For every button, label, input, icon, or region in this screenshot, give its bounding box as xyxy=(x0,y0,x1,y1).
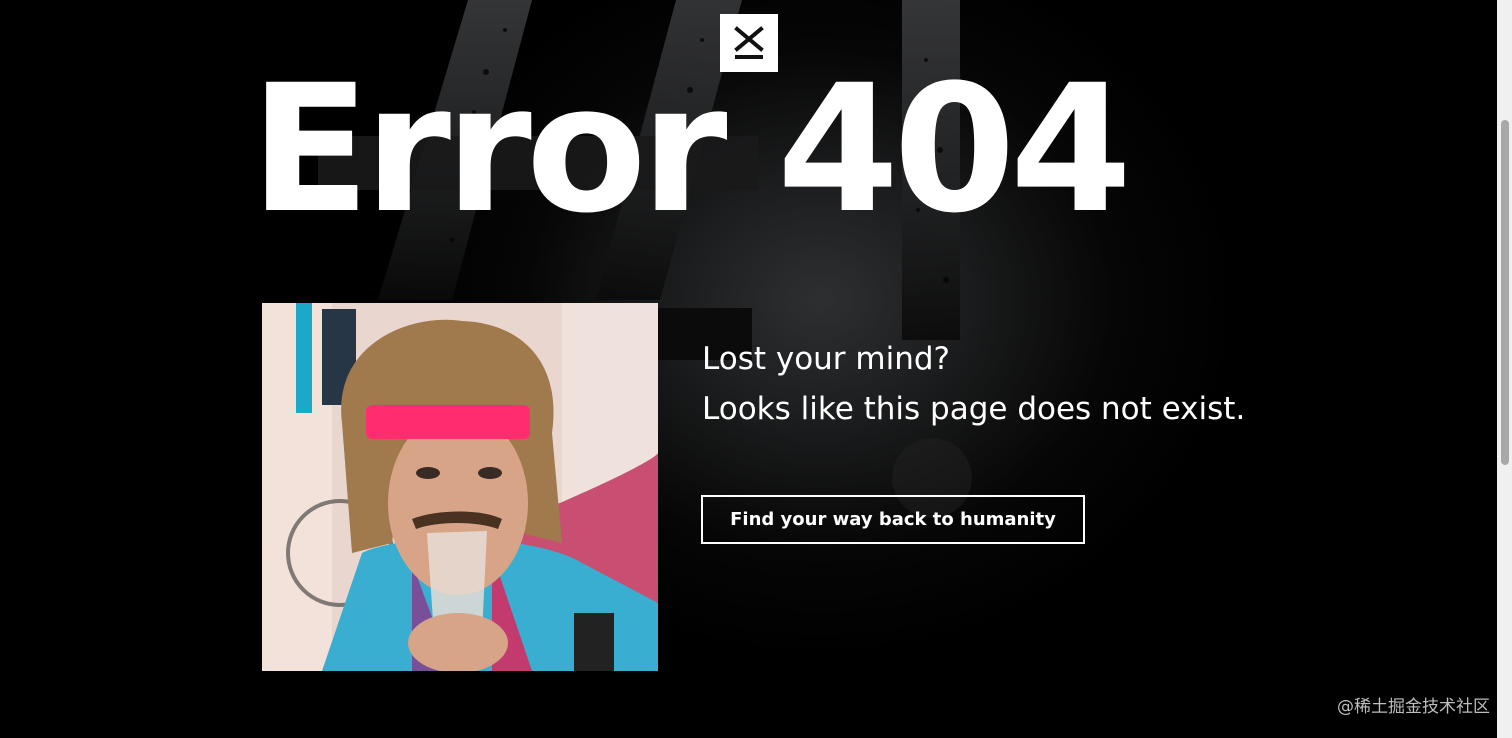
back-to-humanity-button[interactable]: Find your way back to humanity xyxy=(701,495,1085,544)
scrollbar-thumb[interactable] xyxy=(1501,120,1509,465)
message-line-2: Looks like this page does not exist. xyxy=(702,391,1246,427)
watermark-text: @稀土掘金技术社区 xyxy=(1337,697,1490,717)
mullet-headband-photo-icon xyxy=(262,303,658,671)
error-message: Lost your mind? Looks like this page doe… xyxy=(702,334,1245,434)
error-photo xyxy=(262,303,658,671)
vertical-scrollbar[interactable] xyxy=(1497,0,1512,738)
page-title: Error 404 xyxy=(250,47,1132,252)
message-line-1: Lost your mind? xyxy=(702,341,950,377)
error-page: Error 404 Lost your mind? Looks like thi… xyxy=(0,0,1512,738)
